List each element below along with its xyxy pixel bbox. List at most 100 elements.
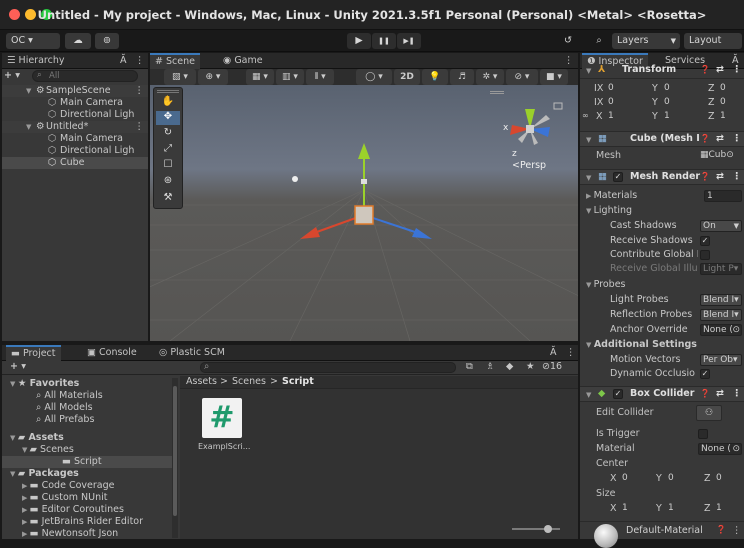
lock-icon[interactable]: Ă xyxy=(120,55,127,66)
hierarchy-search-input[interactable]: ⌕ All xyxy=(32,70,138,82)
center-x-field[interactable]: 0 xyxy=(620,473,652,485)
step-button[interactable]: ▶❚ xyxy=(397,33,421,49)
material-field[interactable]: None (⊙ xyxy=(698,443,742,455)
tab-game[interactable]: ◉ Game xyxy=(218,53,268,69)
scene-menu-icon[interactable]: ⋮ xyxy=(135,85,145,97)
tab-scene[interactable]: # Scene xyxy=(150,53,200,69)
layout-dropdown[interactable]: Layout xyxy=(684,33,742,49)
materials-count-field[interactable]: 1 xyxy=(704,190,742,202)
reflection-probes-dropdown[interactable]: Blend I▾ xyxy=(700,309,742,321)
scrollbar-thumb[interactable] xyxy=(173,386,177,516)
component-menu-icon[interactable]: ⋮ xyxy=(732,170,742,184)
scene-viewport[interactable]: ✋ ✥ ↻ ⤢ ☐ ⊛ ⚒ x z <Persp xyxy=(150,85,578,341)
size-y-field[interactable]: 1 xyxy=(666,503,698,515)
help-icon[interactable]: ❓ xyxy=(700,63,710,77)
packages-folder[interactable]: ▼ ▰ Packages xyxy=(10,468,79,480)
hidden-packages-toggle[interactable]: ⊘16 xyxy=(542,361,562,372)
hierarchy-item-samplescene[interactable]: ▼ ⚙ SampleScene ⋮ xyxy=(2,85,148,97)
snap-dropdown[interactable]: ▦ ▾ xyxy=(246,69,274,85)
preset-icon[interactable]: ⇄ xyxy=(716,132,724,146)
size-z-field[interactable]: 1 xyxy=(714,503,742,515)
component-menu-icon[interactable]: ⋮ xyxy=(732,387,742,401)
breadcrumb-script[interactable]: Script xyxy=(282,376,314,387)
lighting-foldout[interactable]: ▼ Lighting xyxy=(586,205,632,217)
favorite-item[interactable]: ⌕ All Prefabs xyxy=(36,414,94,426)
package-item[interactable]: ▶ ▬ Newtonsoft Json xyxy=(22,528,118,540)
hierarchy-item-untitled[interactable]: ▼ ⚙ Untitled* ⋮ xyxy=(2,121,148,133)
scale-z-field[interactable]: 1 xyxy=(718,111,742,123)
edit-collider-button[interactable]: ⚇ xyxy=(696,405,722,421)
filter-tag-icon[interactable]: ◆ xyxy=(506,361,513,372)
size-x-field[interactable]: 1 xyxy=(620,503,652,515)
add-object-button[interactable]: + ▾ xyxy=(4,70,20,81)
materials-foldout[interactable]: ▶ Materials xyxy=(586,190,637,202)
hierarchy-item-cube[interactable]: ⬡ Cube xyxy=(2,157,148,169)
transform-header[interactable]: ▼ ⅄ Transform ❓ ⇄ ⋮ xyxy=(580,63,744,79)
cast-shadows-dropdown[interactable]: On ▼ xyxy=(700,220,742,232)
center-y-field[interactable]: 0 xyxy=(666,473,698,485)
tree-scrollbar[interactable] xyxy=(172,378,178,538)
dynamic-occlusion-checkbox[interactable]: ✓ xyxy=(700,369,710,379)
breadcrumb-scenes[interactable]: Scenes xyxy=(232,376,266,387)
center-z-field[interactable]: 0 xyxy=(714,473,742,485)
link-scale-icon[interactable]: ∞ xyxy=(582,111,589,120)
position-y-field[interactable]: 0 xyxy=(662,83,706,95)
favorites-header[interactable]: ▼ ★ Favorites xyxy=(10,378,79,390)
position-z-field[interactable]: 0 xyxy=(718,83,742,95)
zoom-slider[interactable] xyxy=(512,525,560,533)
package-item[interactable]: ▶ ▬ JetBrains Rider Editor xyxy=(22,516,143,528)
enable-checkbox[interactable]: ✓ xyxy=(613,172,623,182)
package-item[interactable]: ▶ ▬ Code Coverage xyxy=(22,480,114,492)
collab-button[interactable]: ⊚ xyxy=(95,33,119,49)
scale-y-field[interactable]: 1 xyxy=(662,111,706,123)
component-menu-icon[interactable]: ⋮ xyxy=(732,132,742,146)
scene-menu-icon[interactable]: ⋮ xyxy=(564,55,574,66)
tab-console[interactable]: ▣ Console xyxy=(82,345,142,361)
script-asset[interactable]: # ExamplScri... xyxy=(198,398,250,451)
create-asset-button[interactable]: + ▾ xyxy=(10,361,26,372)
toggle-2d-button[interactable]: 2D xyxy=(394,69,420,85)
scenes-folder[interactable]: ▼ ▰ Scenes xyxy=(22,444,74,456)
receive-shadows-checkbox[interactable]: ✓ xyxy=(700,236,710,246)
mesh-field[interactable]: ▦Cub⊙ xyxy=(698,150,742,162)
position-x-field[interactable]: 0 xyxy=(606,83,650,95)
zoom-slider-thumb[interactable] xyxy=(544,525,552,533)
additional-settings-foldout[interactable]: ▼ Additional Settings xyxy=(586,339,697,351)
mesh-renderer-header[interactable]: ▼ ▦ ✓ Mesh Render ❓ ⇄ ⋮ xyxy=(580,169,744,185)
help-icon[interactable]: ❓ xyxy=(700,387,710,401)
undo-history-button[interactable]: ↺ xyxy=(556,33,580,49)
lock-icon[interactable]: Ă xyxy=(550,347,557,358)
preset-icon[interactable]: ⇄ xyxy=(716,63,724,77)
help-icon[interactable]: ❓ xyxy=(700,132,710,146)
rotation-y-field[interactable]: 0 xyxy=(662,97,706,109)
contribute-gi-checkbox[interactable] xyxy=(700,250,710,260)
pause-button[interactable]: ❚❚ xyxy=(372,33,396,49)
material-header[interactable]: Default-Material ❓ ⋮ xyxy=(580,521,744,548)
audio-toggle[interactable]: ♬ xyxy=(450,69,474,85)
tab-plastic-scm[interactable]: ◎ Plastic SCM xyxy=(154,345,230,361)
project-menu-icon[interactable]: ⋮ xyxy=(566,347,576,358)
package-item[interactable]: ▶ ▬ Custom NUnit xyxy=(22,492,107,504)
enable-checkbox[interactable]: ✓ xyxy=(613,389,623,399)
component-menu-icon[interactable]: ⋮ xyxy=(732,525,742,536)
favorite-item[interactable]: ⌕ All Materials xyxy=(36,390,103,402)
rotation-z-field[interactable]: 0 xyxy=(718,97,742,109)
project-search-input[interactable]: ⌕ xyxy=(200,361,456,373)
filter-type-icon[interactable]: ⧉ xyxy=(466,361,473,372)
play-button[interactable]: ▶ xyxy=(347,33,371,49)
breadcrumb-assets[interactable]: Assets xyxy=(186,376,217,387)
tab-hierarchy[interactable]: ☰ Hierarchy xyxy=(2,53,69,69)
filter-label-icon[interactable]: ♗ xyxy=(486,361,495,372)
lighting-toggle[interactable]: 💡 xyxy=(422,69,448,85)
layers-dropdown[interactable]: Layers ▼ xyxy=(612,33,680,49)
effects-dropdown[interactable]: ✲ ▾ xyxy=(476,69,504,85)
preset-icon[interactable]: ⇄ xyxy=(716,170,724,184)
mesh-filter-header[interactable]: ▼ ▦ Cube (Mesh I ❓ ⇄ ⋮ xyxy=(580,131,744,147)
help-icon[interactable]: ❓ xyxy=(716,525,726,534)
pivot-dropdown[interactable]: ⊕ ▾ xyxy=(198,69,228,85)
favorite-star-icon[interactable]: ★ xyxy=(526,361,535,372)
scene-visibility-toggle[interactable]: ⊘ ▾ xyxy=(506,69,538,85)
script-folder[interactable]: ▬ Script xyxy=(2,456,172,468)
hierarchy-item-main-camera[interactable]: ⬡ Main Camera xyxy=(2,133,148,145)
draw-mode-dropdown[interactable]: ▧ ▾ xyxy=(164,69,196,85)
